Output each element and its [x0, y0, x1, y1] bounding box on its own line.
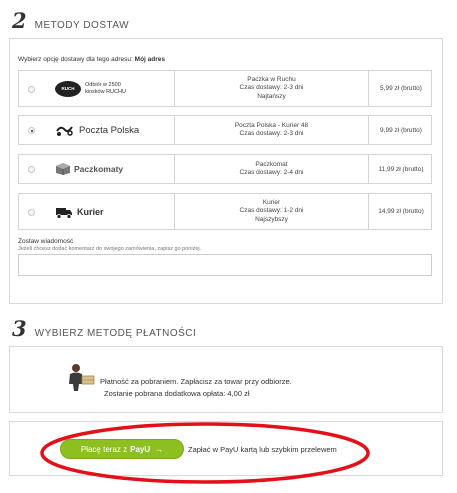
ruch-logo-text-1: Odbiór w 2500 [85, 82, 121, 88]
cod-description: Płatność za pobraniem. Zapłacisz za towa… [100, 377, 292, 386]
delivery-option-price: 5,99 zł (brutto) [380, 85, 422, 92]
ruch-badge: RUCH [55, 80, 81, 97]
poczta-polska-horn-icon [56, 126, 73, 136]
delivery-option-description: Paczkomat Czas dostawy: 2-4 dni [174, 155, 369, 183]
delivery-radio-kurier[interactable] [28, 209, 35, 216]
kurier-truck-icon [56, 207, 72, 219]
comment-hint: Jeżeli chcesz dodać komentarz do swojego… [18, 246, 202, 252]
delivery-prompt: Wybierz opcję dostawy dla tego adresu: M… [18, 56, 165, 63]
section-number: 2 [12, 8, 27, 33]
delivery-option-paczkomaty[interactable]: Paczkomaty Paczkomat Czas dostawy: 2-4 d… [18, 154, 432, 184]
pay-with-payu-button[interactable]: Płacę teraz z PayU → [60, 439, 184, 459]
ruch-logo-text-2: kiosków RUCHU [85, 88, 126, 95]
comment-label: Zostaw wiadomość [18, 238, 74, 245]
delivery-option-price: 11,99 zł (brutto) [378, 165, 424, 173]
kurier-logo-text: Kurier [77, 206, 104, 217]
section-title: METODY DOSTAW [34, 20, 130, 31]
section-title: WYBIERZ METODĘ PŁATNOŚCI [34, 328, 197, 339]
delivery-address: Mój adres [134, 56, 165, 63]
delivery-option-description: Poczta Polska - Kurier 48 Czas dostawy: … [174, 116, 369, 144]
arrow-right-icon: → [155, 444, 164, 454]
cod-fee: Zostanie pobrana dodatkowa opłata: 4,00 … [104, 389, 250, 398]
poczta-polska-logo-text: Poczta Polska [79, 124, 140, 136]
paczkomaty-logo-icon: Paczkomaty [55, 155, 123, 183]
delivery-section-header: 2 METODY DOSTAW [12, 8, 129, 33]
delivery-option-poczta-polska[interactable]: Poczta Polska Poczta Polska - Kurier 48 … [18, 115, 432, 145]
delivery-option-description: Kurier Czas dostawy: 1-2 dni Najszybszy [174, 194, 369, 229]
section-number: 3 [12, 316, 27, 341]
delivery-option-price: 14,99 zł (brutto) [378, 208, 424, 215]
cash-on-delivery-icon [66, 362, 96, 397]
paczkomaty-box-icon [56, 163, 70, 175]
kurier-logo-icon: Kurier [55, 194, 104, 229]
ruch-logo-icon: RUCH Odbiór w 2500 kiosków RUCHU [55, 71, 126, 106]
delivery-radio-ruch[interactable] [28, 86, 35, 93]
delivery-radio-poczta-polska[interactable] [28, 127, 35, 134]
poczta-polska-logo-icon: Poczta Polska [55, 116, 139, 144]
comment-input[interactable] [18, 254, 432, 276]
delivery-radio-paczkomaty[interactable] [28, 166, 35, 173]
payu-brand: PayU [130, 444, 151, 454]
delivery-option-kurier[interactable]: Kurier Kurier Czas dostawy: 1-2 dni Najs… [18, 193, 432, 230]
delivery-option-price: 9,99 zł (brutto) [380, 126, 422, 134]
payment-section-header: 3 WYBIERZ METODĘ PŁATNOŚCI [12, 316, 196, 341]
paczkomaty-logo-text: Paczkomaty [74, 164, 124, 174]
delivery-option-ruch[interactable]: RUCH Odbiór w 2500 kiosków RUCHU Paczka … [18, 70, 432, 107]
payu-description: Zapłać w PayU kartą lub szybkim przelewe… [188, 445, 337, 454]
delivery-option-description: Paczka w Ruchu Czas dostawy: 2-3 dni Naj… [174, 71, 369, 106]
